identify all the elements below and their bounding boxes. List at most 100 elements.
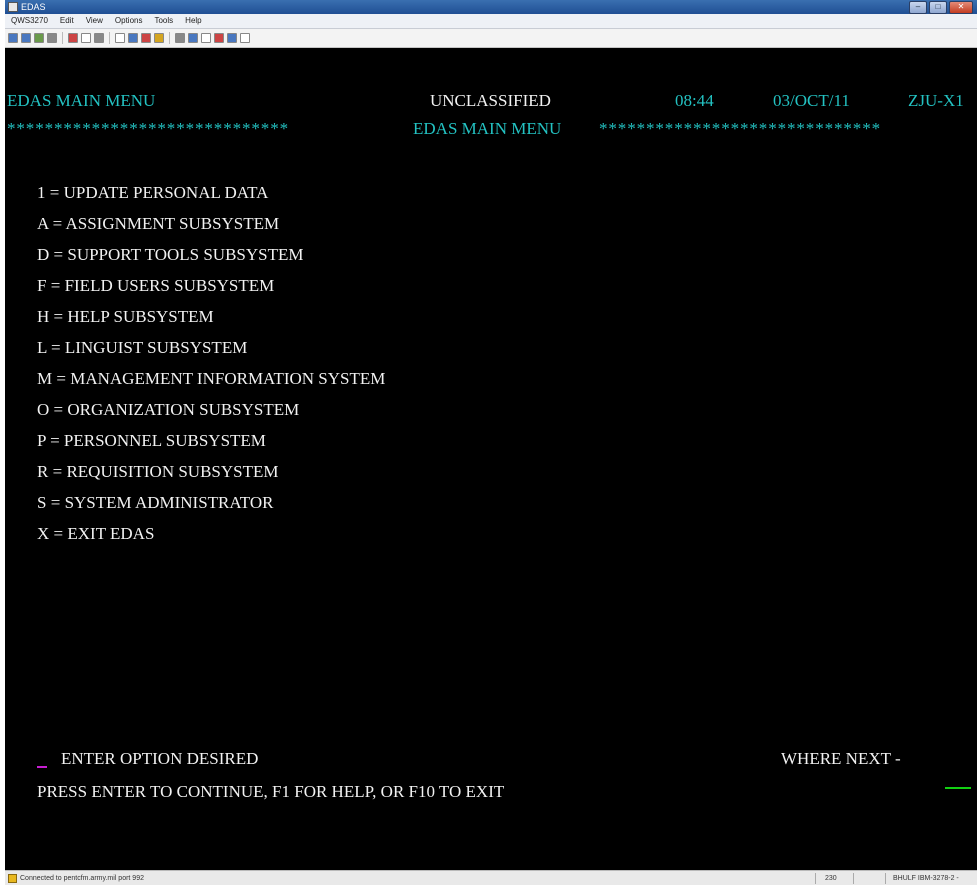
record-icon[interactable] xyxy=(214,33,224,43)
option-label: MANAGEMENT INFORMATION SYSTEM xyxy=(70,369,386,388)
macro-icon[interactable] xyxy=(141,33,151,43)
menu-option-p[interactable]: P = PERSONNEL SUBSYSTEM xyxy=(37,430,266,452)
status-divider xyxy=(815,873,816,884)
maximize-button[interactable]: □ xyxy=(929,1,947,14)
connection-lock-icon xyxy=(8,874,17,883)
settings-icon[interactable] xyxy=(154,33,164,43)
paste-icon[interactable] xyxy=(94,33,104,43)
toolbar xyxy=(5,29,977,48)
option-key: P xyxy=(37,431,46,450)
option-key: F xyxy=(37,276,47,295)
banner-stars-left: ****************************** xyxy=(7,119,289,138)
screen-name: EDAS MAIN MENU xyxy=(7,91,156,110)
minimize-button[interactable]: – xyxy=(909,1,927,14)
menu-option-d[interactable]: D = SUPPORT TOOLS SUBSYSTEM xyxy=(37,244,304,266)
instructions-text: PRESS ENTER TO CONTINUE, F1 FOR HELP, OR… xyxy=(37,782,505,801)
connect-icon[interactable] xyxy=(115,33,125,43)
disconnect-icon[interactable] xyxy=(128,33,138,43)
option-separator: = xyxy=(53,245,64,264)
copy-icon[interactable] xyxy=(81,33,91,43)
cut-icon[interactable] xyxy=(68,33,78,43)
classification-label: UNCLASSIFIED xyxy=(430,91,551,110)
option-input-cursor[interactable] xyxy=(37,766,47,768)
title-bar: EDAS – □ ✕ xyxy=(5,0,977,14)
menu-option-l[interactable]: L = LINGUIST SUBSYSTEM xyxy=(37,337,247,359)
where-next-input[interactable] xyxy=(945,787,971,789)
keyboard-icon[interactable] xyxy=(175,33,185,43)
option-prompt-label: ENTER OPTION DESIRED xyxy=(61,749,259,768)
option-separator: = xyxy=(52,462,63,481)
option-separator: = xyxy=(51,338,61,357)
connection-status: Connected to pentcfm.army.mil port 992 xyxy=(20,875,144,882)
print-icon[interactable] xyxy=(47,33,57,43)
option-separator: = xyxy=(50,276,61,295)
menu-file[interactable]: QWS3270 xyxy=(5,14,54,28)
toolbar-separator xyxy=(62,32,63,44)
stop-icon[interactable] xyxy=(201,33,211,43)
option-label: REQUISITION SUBSYSTEM xyxy=(66,462,279,481)
option-separator: = xyxy=(50,493,61,512)
menu-view[interactable]: View xyxy=(80,14,109,28)
toolbar-separator xyxy=(169,32,170,44)
option-separator: = xyxy=(49,183,60,202)
option-label: FIELD USERS SUBSYSTEM xyxy=(64,276,275,295)
menu-help[interactable]: Help xyxy=(179,14,207,28)
option-separator: = xyxy=(53,524,64,543)
option-label: EXIT EDAS xyxy=(67,524,155,543)
play-icon[interactable] xyxy=(188,33,198,43)
open-icon[interactable] xyxy=(21,33,31,43)
banner-title: EDAS MAIN MENU xyxy=(413,119,562,138)
status-bar: Connected to pentcfm.army.mil port 992 2… xyxy=(5,870,977,885)
menu-options[interactable]: Options xyxy=(109,14,149,28)
option-label: SYSTEM ADMINISTRATOR xyxy=(64,493,274,512)
option-key: O xyxy=(37,400,50,419)
banner-stars-right: ****************************** xyxy=(599,119,881,138)
terminal-screen[interactable]: EDAS MAIN MENU UNCLASSIFIED 08:44 03/OCT… xyxy=(5,48,977,870)
menu-option-x[interactable]: X = EXIT EDAS xyxy=(37,523,154,545)
menu-option-m[interactable]: M = MANAGEMENT INFORMATION SYSTEM xyxy=(37,368,385,390)
option-separator: = xyxy=(52,214,63,233)
option-label: PERSONNEL SUBSYSTEM xyxy=(63,431,266,450)
menu-option-s[interactable]: S = SYSTEM ADMINISTRATOR xyxy=(37,492,273,514)
menu-tools[interactable]: Tools xyxy=(148,14,179,28)
terminal-id: ZJU-X1 xyxy=(908,91,964,110)
option-label: SUPPORT TOOLS SUBSYSTEM xyxy=(67,245,304,264)
status-cursor-position: 230 xyxy=(825,875,837,882)
option-key: 1 xyxy=(37,183,46,202)
menu-option-h[interactable]: H = HELP SUBSYSTEM xyxy=(37,306,214,328)
option-separator: = xyxy=(50,431,60,450)
option-label: ASSIGNMENT SUBSYSTEM xyxy=(65,214,280,233)
menu-option-f[interactable]: F = FIELD USERS SUBSYSTEM xyxy=(37,275,274,297)
option-key: A xyxy=(37,214,49,233)
window-controls: – □ ✕ xyxy=(909,1,973,14)
option-key: S xyxy=(37,493,47,512)
save-icon[interactable] xyxy=(34,33,44,43)
option-separator: = xyxy=(53,400,64,419)
option-key: R xyxy=(37,462,49,481)
date-display: 03/OCT/11 xyxy=(773,91,850,110)
option-key: X xyxy=(37,524,50,543)
option-label: HELP SUBSYSTEM xyxy=(67,307,214,326)
menu-option-r[interactable]: R = REQUISITION SUBSYSTEM xyxy=(37,461,278,483)
close-button[interactable]: ✕ xyxy=(949,1,973,14)
option-separator: = xyxy=(53,307,64,326)
time-display: 08:44 xyxy=(675,91,714,110)
where-next-label: WHERE NEXT - xyxy=(781,749,901,768)
menu-option-1[interactable]: 1 = UPDATE PERSONAL DATA xyxy=(37,182,268,204)
send-icon[interactable] xyxy=(227,33,237,43)
option-label: LINGUIST SUBSYSTEM xyxy=(64,338,248,357)
option-label: ORGANIZATION SUBSYSTEM xyxy=(67,400,300,419)
menu-bar: QWS3270 Edit View Options Tools Help xyxy=(5,14,977,29)
menu-option-o[interactable]: O = ORGANIZATION SUBSYSTEM xyxy=(37,399,299,421)
status-terminal-type: BHULF IBM-3278-2 - A,TCH xyxy=(893,875,959,882)
option-key: M xyxy=(37,369,53,388)
option-key: D xyxy=(37,245,50,264)
option-label: UPDATE PERSONAL DATA xyxy=(63,183,269,202)
help-icon[interactable] xyxy=(240,33,250,43)
toolbar-separator xyxy=(109,32,110,44)
menu-edit[interactable]: Edit xyxy=(54,14,80,28)
new-icon[interactable] xyxy=(8,33,18,43)
menu-option-a[interactable]: A = ASSIGNMENT SUBSYSTEM xyxy=(37,213,279,235)
window-title: EDAS xyxy=(21,2,46,12)
terminal-emulator-window: EDAS – □ ✕ QWS3270 Edit View Options Too… xyxy=(5,0,977,885)
